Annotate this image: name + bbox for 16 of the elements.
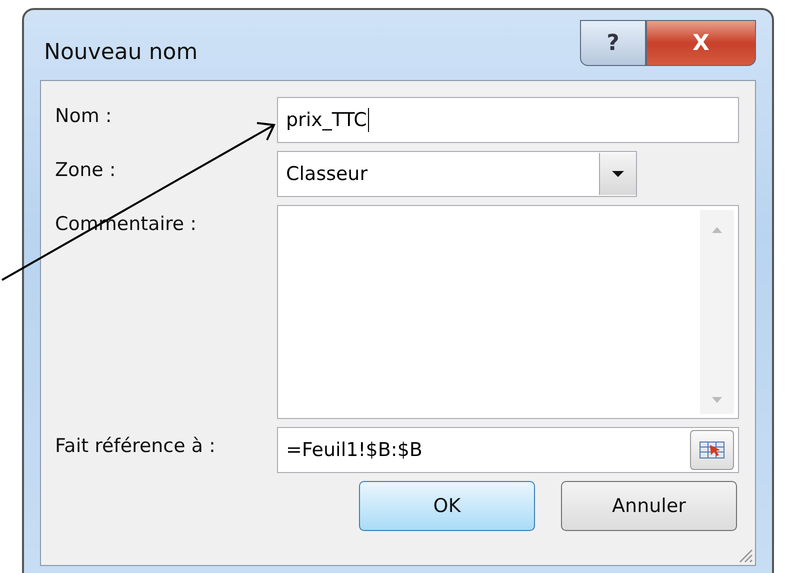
range-select-icon[interactable] [690,430,734,470]
field-label: Zone : [55,158,117,181]
field-label: Nom : [55,104,113,127]
scroll-up-icon[interactable] [711,226,723,234]
dialog-button[interactable]: Annuler [561,481,737,531]
comment-field[interactable] [277,205,739,419]
scroll-down-icon[interactable] [711,396,723,404]
close-button[interactable]: X [646,20,756,66]
dialog-button[interactable]: OK [359,481,535,531]
field-label: Fait référence à : [55,434,216,457]
name-field[interactable]: prix_TTC [277,97,739,143]
reference-field[interactable]: =Feuil1!$B:$B [277,427,739,473]
scope-dropdown[interactable]: Classeur [277,151,637,197]
window-title: Nouveau nom [44,40,198,65]
scrollbar[interactable] [700,210,734,414]
help-button[interactable]: ? [580,20,646,66]
